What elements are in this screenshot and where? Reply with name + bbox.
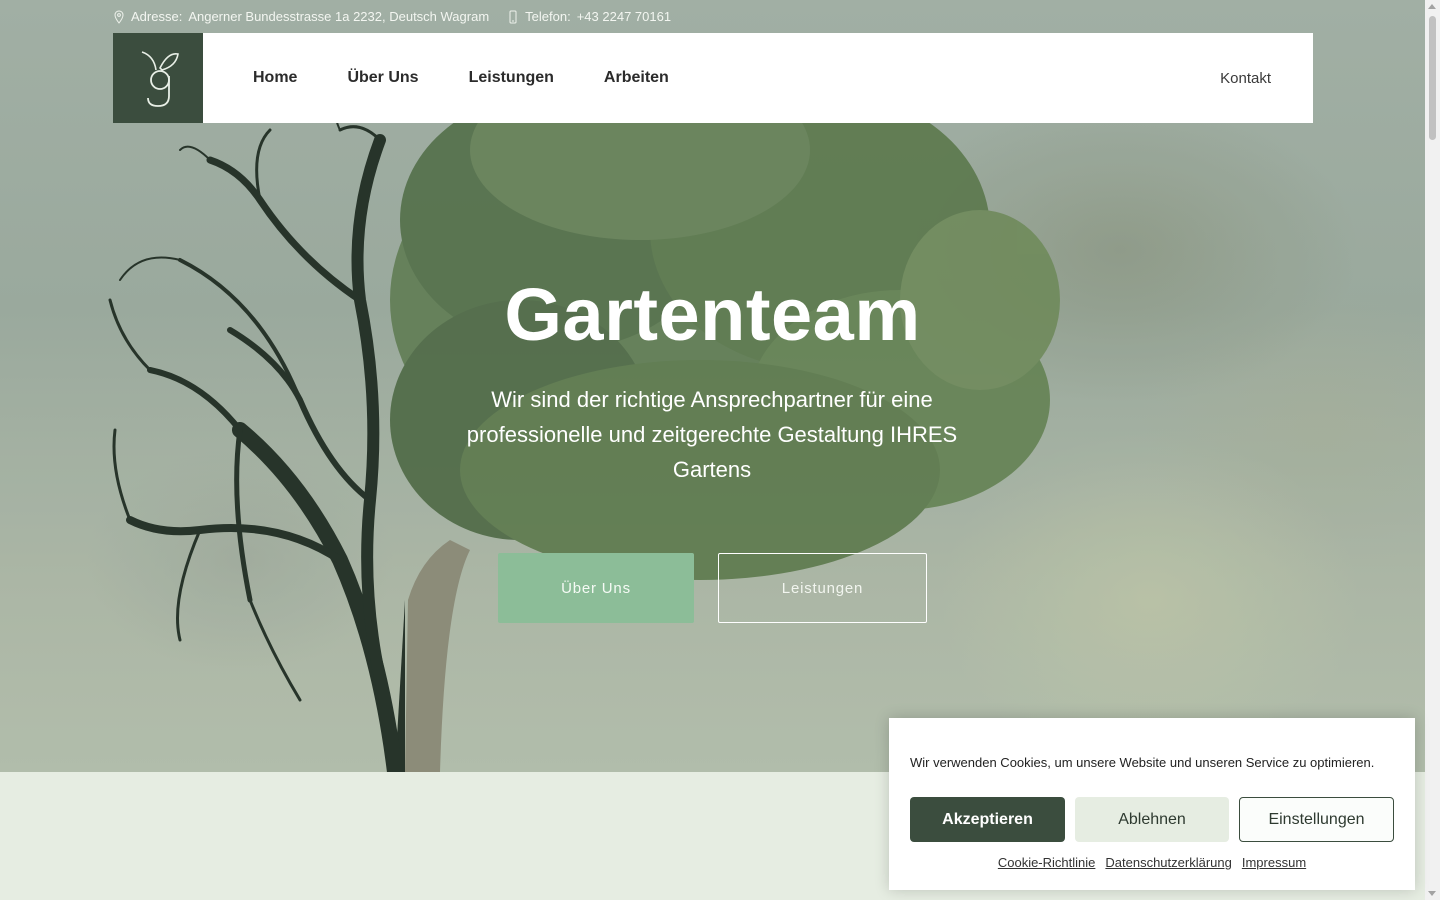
address-label: Adresse: — [131, 9, 183, 24]
hero-title: Gartenteam — [504, 273, 921, 356]
address-value: Angerner Bundesstrasse 1a 2232, Deutsch … — [188, 9, 490, 24]
nav-leistungen[interactable]: Leistungen — [469, 69, 554, 87]
map-pin-icon — [114, 9, 124, 24]
leistungen-button[interactable]: Leistungen — [718, 553, 927, 623]
scrollbar-thumb[interactable] — [1429, 16, 1436, 140]
scroll-down-arrow-icon[interactable] — [1428, 891, 1436, 896]
scroll-up-arrow-icon[interactable] — [1428, 4, 1436, 9]
privacy-policy-link[interactable]: Datenschutzerklärung — [1105, 855, 1231, 870]
main-nav: Home Über Uns Leistungen Arbeiten — [253, 69, 669, 87]
top-info-bar: Adresse: Angerner Bundesstrasse 1a 2232,… — [113, 0, 671, 33]
phone-label: Telefon: — [525, 9, 571, 24]
cookie-policy-link[interactable]: Cookie-Richtlinie — [998, 855, 1096, 870]
cookie-links: Cookie-Richtlinie Datenschutzerklärung I… — [889, 855, 1415, 870]
site-header: Home Über Uns Leistungen Arbeiten Kontak… — [113, 33, 1313, 123]
cookie-accept-button[interactable]: Akzeptieren — [910, 797, 1065, 842]
phone-info: Telefon: +43 2247 70161 — [507, 9, 671, 24]
hero-subtitle: Wir sind der richtige Ansprechpartner fü… — [466, 387, 958, 482]
imprint-link[interactable]: Impressum — [1242, 855, 1306, 870]
nav-ueber-uns[interactable]: Über Uns — [347, 69, 418, 87]
phone-value[interactable]: +43 2247 70161 — [577, 9, 671, 24]
nav-home[interactable]: Home — [253, 69, 297, 87]
cookie-deny-button[interactable]: Ablehnen — [1075, 797, 1229, 842]
nav-kontakt[interactable]: Kontakt — [1220, 70, 1271, 87]
cookie-message: Wir verwenden Cookies, um unsere Website… — [910, 755, 1375, 770]
cookie-banner: Wir verwenden Cookies, um unsere Website… — [889, 718, 1415, 890]
nav-arbeiten[interactable]: Arbeiten — [604, 69, 669, 87]
phone-icon — [509, 10, 517, 23]
leaf-g-logo-icon — [141, 51, 179, 107]
address-info: Adresse: Angerner Bundesstrasse 1a 2232,… — [113, 9, 489, 24]
site-logo[interactable] — [113, 33, 203, 123]
ueber-uns-button[interactable]: Über Uns — [498, 553, 694, 623]
page-scrollbar[interactable] — [1425, 0, 1440, 900]
cookie-settings-button[interactable]: Einstellungen — [1239, 797, 1394, 842]
